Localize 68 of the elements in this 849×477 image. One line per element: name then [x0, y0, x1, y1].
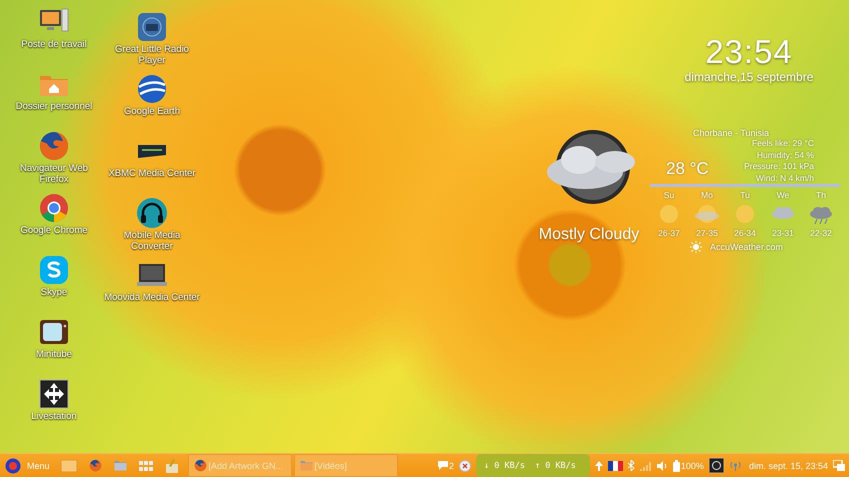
taskbar-clock[interactable]: dim. sept. 15, 23:54 [748, 460, 828, 470]
task-button[interactable]: [Add Artwork GN... [188, 454, 292, 477]
forecast-range: 23-31 [772, 228, 794, 238]
desktop-icon-label[interactable]: Livestation [31, 411, 77, 422]
weather-location: Chorbane - Tunisia [692, 128, 770, 138]
hazy-sun-icon [692, 203, 722, 225]
weather-detail: Humidity: 54 % [756, 150, 814, 161]
folder-icon [114, 460, 127, 471]
menu-logo-icon [5, 458, 21, 474]
weather-detail: Pressure: 101 kPa [744, 161, 814, 172]
forecast-range: 22-32 [810, 228, 832, 238]
paint-brush-icon [164, 458, 179, 472]
weather-source-link[interactable]: AccuWeather.com [710, 242, 783, 252]
move-arrows-icon [38, 378, 70, 410]
close-icon[interactable] [459, 460, 471, 472]
firefox-icon [194, 459, 207, 472]
signal-bars-icon[interactable] [640, 460, 652, 470]
speaker-icon[interactable] [656, 460, 668, 470]
desktop-icon [60, 460, 77, 472]
forecast-day: Su [664, 190, 674, 200]
weather-condition: Mostly Cloudy [538, 226, 640, 244]
menu-button[interactable]: Menu [5, 456, 50, 476]
battery-icon[interactable] [672, 460, 680, 472]
firefox-icon [88, 459, 102, 472]
flag-icon[interactable] [608, 460, 623, 470]
folder-icon [300, 460, 313, 471]
app-tray-icon[interactable] [708, 458, 724, 473]
forecast-range: 26-34 [734, 228, 756, 238]
desktop-icon-label[interactable]: Skype [40, 287, 68, 298]
weather-detail: Feels like: 29 °C [752, 138, 814, 150]
desktop-icon-label[interactable]: XBMC Media Center [108, 168, 196, 179]
desktop-icon-label[interactable]: Google Earth [124, 106, 180, 117]
temperature: 28 °C [666, 159, 709, 179]
skype-icon [38, 254, 70, 286]
weather-detail: Wind: N 4 km/h [756, 172, 814, 184]
grid-icon [138, 460, 153, 470]
wireless-icon[interactable] [728, 460, 742, 471]
desktop-icon-label[interactable]: Navigateur Web Firefox [5, 163, 103, 185]
desktop-icon-label[interactable]: Mobile Media Converter [103, 230, 201, 252]
desktop-icon-label[interactable]: Google Chrome [20, 225, 88, 236]
forecast-day: We [776, 190, 790, 200]
forecast-day: Mo [701, 190, 713, 200]
task-button[interactable]: [Vidéos] [294, 454, 398, 477]
radio-icon [136, 11, 168, 43]
forecast-range: 27-35 [696, 228, 718, 238]
forecast-day: Th [816, 190, 826, 200]
chat-icon[interactable] [438, 461, 448, 470]
forecast-range: 26-37 [658, 228, 680, 238]
globe-icon [136, 73, 168, 105]
clock-date: dimanche,15 septembre [684, 70, 814, 84]
desktop-icon-label[interactable]: Poste de travail [21, 39, 87, 50]
desktop-icon-label[interactable]: Great Little Radio Player [103, 44, 201, 66]
desktop-icon-label[interactable]: Dossier personnel [16, 101, 92, 112]
message-count: 2 [448, 460, 454, 470]
forecast-day: Tu [740, 190, 750, 200]
clock-time: 23:54 [705, 34, 793, 70]
desktop-icon-label[interactable]: Moovida Media Center [104, 292, 200, 303]
bluetooth-icon[interactable] [628, 460, 635, 471]
battery-level: 100% [680, 460, 704, 470]
headphones-icon [136, 197, 168, 229]
up-arrow-icon[interactable] [594, 460, 603, 470]
show-desktop-icon[interactable] [833, 460, 845, 471]
firefox-icon [38, 130, 70, 162]
desktop-icon-label[interactable]: Minitube [36, 349, 72, 360]
sun-icon [690, 241, 702, 253]
upload-speed: ↑ 0 KB/s [534, 460, 576, 470]
download-speed: ↓ 0 KB/s [484, 460, 525, 470]
chrome-icon [38, 192, 70, 224]
